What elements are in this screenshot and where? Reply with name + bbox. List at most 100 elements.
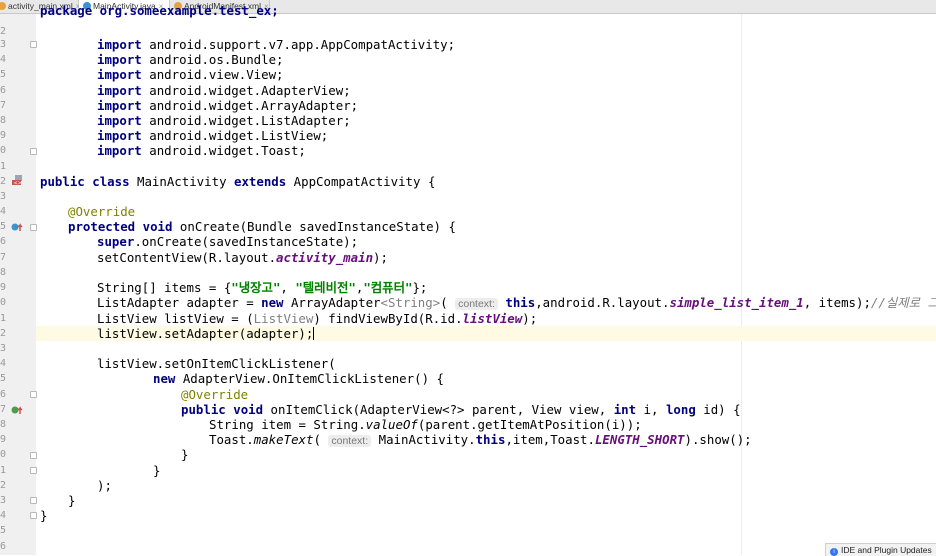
import-path: android.widget.ArrayAdapter; <box>149 98 359 113</box>
code-text: listView.setOnItemClickListener( <box>97 356 336 371</box>
ide-plugin-updates-notification[interactable]: i IDE and Plugin Updates <box>825 543 936 556</box>
line-number: 0 <box>0 297 7 308</box>
keyword: import <box>97 98 142 113</box>
code-line: import android.widget.ArrayAdapter; <box>97 98 358 113</box>
line-number: 8 <box>0 419 7 430</box>
import-path: android.view.View; <box>149 67 284 82</box>
line-number: 4 <box>0 54 7 65</box>
code-text: ListView listView = ( <box>97 311 254 326</box>
fold-marker-icon[interactable] <box>30 512 37 519</box>
keyword: import <box>97 143 142 158</box>
line-number: 7 <box>0 404 7 415</box>
code-text: ,item,Toast. <box>505 432 595 447</box>
code-text: i, <box>636 402 666 417</box>
import-path: android.os.Bundle; <box>149 52 284 67</box>
line-number: 5 <box>0 525 7 536</box>
code-line: import android.widget.ListView; <box>97 128 328 143</box>
line-number: 9 <box>0 130 7 141</box>
static-field: LENGTH_SHORT <box>594 432 685 447</box>
code-line: @Override <box>181 387 248 402</box>
fold-marker-icon[interactable] <box>30 224 37 231</box>
line-number: 1 <box>0 161 7 172</box>
brace: } <box>68 493 76 508</box>
code-line: ListView listView = (ListView) findViewB… <box>97 311 537 326</box>
line-number: 3 <box>0 343 7 354</box>
code-line: import android.widget.ListAdapter; <box>97 113 351 128</box>
code-text: ); <box>373 250 388 265</box>
fold-marker-icon[interactable] <box>30 452 37 459</box>
annotation: @Override <box>181 387 249 402</box>
method-signature: onCreate(Bundle savedInstanceState) { <box>172 219 456 234</box>
brace: } <box>40 508 48 523</box>
code-text: MainActivity. <box>371 432 476 447</box>
fold-marker-icon[interactable] <box>30 467 37 474</box>
code-line: ); <box>97 478 112 493</box>
code-text: Toast. <box>209 432 254 447</box>
code-line: String[] items = {"냉장고", "텔레비전","컴퓨터"}; <box>97 280 427 295</box>
line-number: 4 <box>0 206 7 217</box>
implements-method-icon[interactable] <box>11 405 25 415</box>
line-number: 1 <box>0 313 7 324</box>
line-number: 1 <box>0 465 7 476</box>
code-line: protected void onCreate(Bundle savedInst… <box>68 219 456 234</box>
code-line: } <box>181 447 188 462</box>
package-statement: package org.someexample.test_ex; <box>40 3 279 18</box>
fold-marker-icon[interactable] <box>30 148 37 155</box>
code-text: , <box>280 280 296 295</box>
string-literal: "텔레비전" <box>295 280 356 295</box>
code-line: ListAdapter adapter = new ArrayAdapter<S… <box>97 295 936 310</box>
code-line: import android.support.v7.app.AppCompatA… <box>97 37 455 52</box>
line-number: 5 <box>0 69 7 80</box>
code-line: String item = String.valueOf(parent.getI… <box>209 417 642 432</box>
code-text: AdapterView.OnItemClickListener() { <box>175 371 444 386</box>
line-number: 6 <box>0 389 7 400</box>
code-line: import android.os.Bundle; <box>97 52 284 67</box>
code-line: setContentView(R.layout.activity_main); <box>97 250 388 265</box>
static-field: listView <box>462 311 523 326</box>
code-text: ).show(); <box>684 432 752 447</box>
static-field: activity_main <box>276 250 374 265</box>
fold-marker-icon[interactable] <box>30 41 37 48</box>
code-line: } <box>68 493 75 508</box>
code-line: package org.someexample.test_ex; <box>40 3 279 18</box>
overrides-method-icon[interactable] <box>11 222 25 232</box>
keyword: import <box>97 52 142 67</box>
line-number: 2 <box>0 328 7 339</box>
line-number: 4 <box>0 358 7 369</box>
brace: } <box>153 463 161 478</box>
code-line: } <box>40 508 47 523</box>
code-text: ( <box>440 295 456 310</box>
code-line: listView.setOnItemClickListener( <box>97 356 336 371</box>
keyword: import <box>97 37 142 52</box>
generic-type: <String> <box>380 295 441 310</box>
current-line[interactable]: listView.setAdapter(adapter); <box>36 326 936 341</box>
xml-file-icon <box>0 2 6 10</box>
keyword: import <box>97 83 142 98</box>
line-number: 8 <box>0 267 7 278</box>
text-caret <box>313 327 315 340</box>
notification-label: IDE and Plugin Updates <box>841 545 932 555</box>
keyword: long <box>665 402 696 417</box>
static-method: makeText <box>253 432 314 447</box>
keyword: int <box>613 402 637 417</box>
run-configuration-icon[interactable]: <> <box>11 174 25 187</box>
line-number: 2 <box>0 480 7 491</box>
keyword: void <box>233 402 264 417</box>
line-number: 6 <box>0 541 7 552</box>
line-number: 9 <box>0 434 7 445</box>
keyword: protected <box>68 219 136 234</box>
string-literal: "냉장고" <box>231 280 281 295</box>
code-line: } <box>153 463 160 478</box>
keyword: import <box>97 67 142 82</box>
code-text: ); <box>522 311 538 326</box>
code-text: , items); <box>803 295 871 310</box>
line-number: 6 <box>0 236 7 247</box>
fold-marker-icon[interactable] <box>30 391 37 398</box>
brace: } <box>181 447 189 462</box>
code-text: id) { <box>695 402 741 417</box>
code-text: setContentView(R.layout. <box>97 250 277 265</box>
fold-marker-icon[interactable] <box>30 497 37 504</box>
code-text: .onCreate(savedInstanceState); <box>134 234 359 249</box>
line-number: 6 <box>0 85 7 96</box>
code-line: new AdapterView.OnItemClickListener() { <box>153 371 444 386</box>
